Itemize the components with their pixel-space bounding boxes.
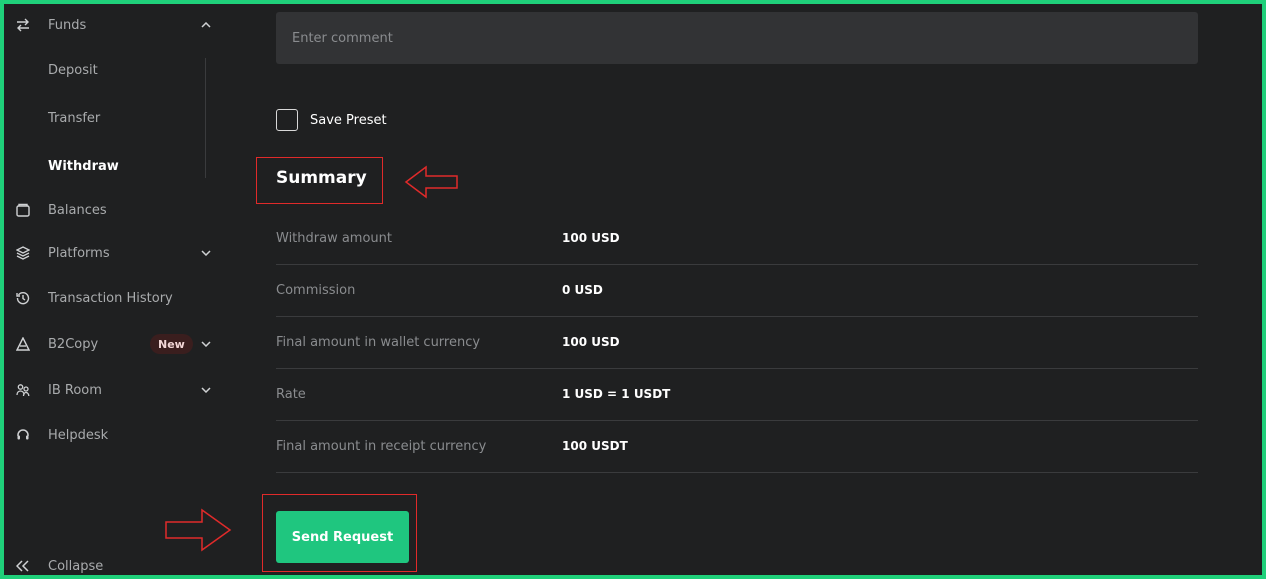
collapse-label: Collapse <box>48 558 104 574</box>
summary-row-label: Commission <box>276 283 356 298</box>
sidebar-item-label: B2Copy <box>48 336 99 352</box>
history-icon <box>15 290 31 306</box>
sidebar-item-balances[interactable]: Balances <box>4 195 232 225</box>
sidebar-item-helpdesk[interactable]: Helpdesk <box>4 420 232 450</box>
sidebar-item-b2copy[interactable]: B2Copy New <box>4 329 232 359</box>
summary-row: Withdraw amount 100 USD <box>276 213 1198 265</box>
chevron-up-icon[interactable] <box>199 18 213 32</box>
main-content: Enter comment Save Preset Summary Withdr… <box>232 4 1262 575</box>
sidebar-subitem-withdraw[interactable]: Withdraw <box>48 159 119 174</box>
sidebar-collapse-button[interactable]: Collapse <box>4 551 232 579</box>
sidebar-item-funds[interactable]: Funds <box>4 10 232 40</box>
summary-row-label: Rate <box>276 387 306 402</box>
chevron-down-icon[interactable] <box>199 337 213 351</box>
users-icon <box>15 382 31 398</box>
summary-row: Commission 0 USD <box>276 265 1198 317</box>
save-preset-control[interactable]: Save Preset <box>276 109 387 131</box>
sidebar-item-label: Helpdesk <box>48 427 109 443</box>
summary-row: Rate 1 USD = 1 USDT <box>276 369 1198 421</box>
summary-row-label: Final amount in wallet currency <box>276 335 481 350</box>
chevron-down-icon[interactable] <box>199 246 213 260</box>
save-preset-label: Save Preset <box>310 112 387 128</box>
summary-row-value: 100 USDT <box>562 439 628 453</box>
sidebar-item-label: Balances <box>48 202 107 218</box>
new-badge: New <box>150 334 193 354</box>
save-preset-checkbox[interactable] <box>276 109 298 131</box>
left-arrow-annotation-icon <box>404 165 458 199</box>
chevron-down-icon[interactable] <box>199 383 213 397</box>
summary-row: Final amount in wallet currency 100 USD <box>276 317 1198 369</box>
sidebar-subitem-transfer[interactable]: Transfer <box>48 111 100 126</box>
sidebar-item-transaction-history[interactable]: Transaction History <box>4 283 232 313</box>
summary-row-value: 0 USD <box>562 283 603 297</box>
sidebar-item-label: Platforms <box>48 245 110 261</box>
transfer-arrows-icon <box>15 17 31 33</box>
summary-row-value: 1 USD = 1 USDT <box>562 387 671 401</box>
summary-highlight-box <box>256 157 383 204</box>
double-chevron-left-icon <box>15 558 31 574</box>
summary-row-value: 100 USD <box>562 335 620 349</box>
copy-trade-icon <box>15 336 31 352</box>
summary-row-value: 100 USD <box>562 231 620 245</box>
comment-input[interactable]: Enter comment <box>276 12 1198 64</box>
sidebar-subitem-deposit[interactable]: Deposit <box>48 63 98 78</box>
summary-row-label: Withdraw amount <box>276 231 393 246</box>
sidebar-item-platforms[interactable]: Platforms <box>4 238 232 268</box>
right-arrow-annotation-icon <box>165 508 232 552</box>
layers-icon <box>15 245 31 261</box>
submenu-divider <box>205 58 206 178</box>
send-request-highlight-box <box>262 494 417 572</box>
summary-row: Final amount in receipt currency 100 USD… <box>276 421 1198 473</box>
summary-row-label: Final amount in receipt currency <box>276 439 487 454</box>
headset-icon <box>15 427 31 443</box>
sidebar-item-ib-room[interactable]: IB Room <box>4 375 232 405</box>
sidebar-item-label: Transaction History <box>48 290 173 306</box>
sidebar-item-label: IB Room <box>48 382 102 398</box>
sidebar: Funds Deposit Transfer Withdraw Balances… <box>4 4 232 575</box>
sidebar-item-label: Funds <box>48 17 87 33</box>
wallet-icon <box>15 202 31 218</box>
